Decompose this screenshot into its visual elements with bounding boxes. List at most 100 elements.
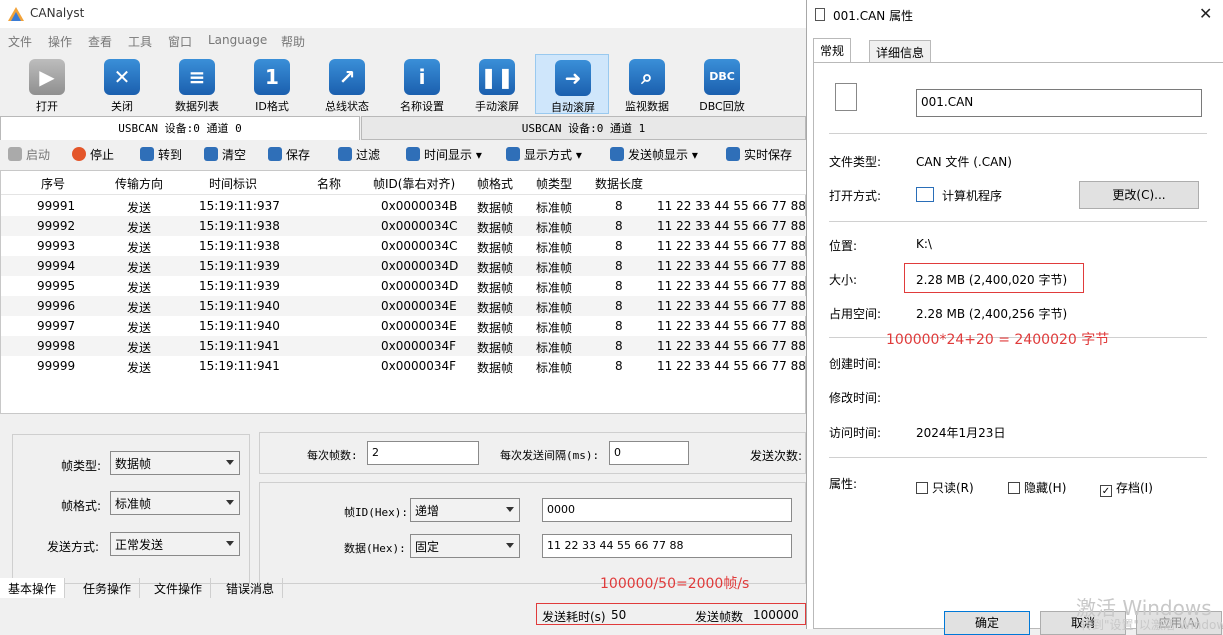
size-value: 2.28 MB (2,400,020 字节) xyxy=(916,273,1068,287)
data-mode-select[interactable]: 固定 xyxy=(410,534,520,558)
col-direction[interactable]: 传输方向 xyxy=(115,175,163,192)
col-frame-id[interactable]: 帧ID(靠右对齐) xyxy=(373,175,455,192)
cell-data-length: 8 xyxy=(615,339,623,353)
close-button[interactable]: ✕ 关闭 xyxy=(85,54,159,114)
disk-size-label: 占用空间: xyxy=(829,307,882,321)
auto-scroll-button[interactable]: ➜ 自动滚屏 xyxy=(535,54,609,114)
goto-button[interactable]: 转到 xyxy=(140,146,182,163)
size-calc-annotation: 100000*24+20 = 2400020 字节 xyxy=(886,332,1110,348)
cell-data-length: 8 xyxy=(615,199,623,213)
data-list-button[interactable]: ≡ 数据列表 xyxy=(160,54,234,114)
table-row[interactable]: 99999 发送 15:19:11:941 0x0000034F 数据帧 标准帧 8 11 2… xyxy=(1,356,806,376)
tab-basic-operation[interactable]: 基本操作 xyxy=(0,578,66,598)
tab-task-operation[interactable]: 任务操作 xyxy=(75,578,141,598)
tab-channel-1[interactable]: USBCAN 设备:0 通道 1 xyxy=(361,116,806,140)
time-display-button[interactable]: 时间显示 ▾ xyxy=(406,146,482,163)
table-row[interactable]: 99997 发送 15:19:11:940 0x0000034E 数据帧 标准帧 8 11 2… xyxy=(1,316,806,336)
menu-language[interactable]: Language xyxy=(208,33,267,47)
manual-scroll-button[interactable]: ❚❚ 手动滚屏 xyxy=(460,54,534,114)
clock-icon xyxy=(406,147,420,161)
document-icon xyxy=(835,83,857,111)
cell-frame-format: 数据帧 xyxy=(477,361,514,375)
name-settings-button[interactable]: i 名称设置 xyxy=(385,54,459,114)
cell-direction: 发送 xyxy=(127,321,152,335)
col-data-length[interactable]: 数据长度 xyxy=(595,175,643,192)
save-button[interactable]: 保存 xyxy=(268,146,310,163)
filename-input[interactable]: 001.CAN xyxy=(916,89,1202,117)
change-button[interactable]: 更改(C)... xyxy=(1079,181,1199,209)
cell-data: 11 22 33 44 55 66 77 88 xyxy=(657,219,806,233)
tab-file-operation[interactable]: 文件操作 xyxy=(146,578,212,598)
menu-view[interactable]: 查看 xyxy=(88,33,112,50)
col-frame-format[interactable]: 帧格式 xyxy=(477,175,513,192)
start-button[interactable]: 启动 xyxy=(8,146,50,163)
disk-size-value: 2.28 MB (2,400,256 字节) xyxy=(916,307,1068,321)
menu-help[interactable]: 帮助 xyxy=(281,33,305,50)
filter-button[interactable]: 过滤 xyxy=(338,146,380,163)
col-seq[interactable]: 序号 xyxy=(41,175,65,192)
hidden-checkbox[interactable]: 隐藏(H) xyxy=(1008,479,1066,496)
interval-input[interactable]: 0 xyxy=(609,441,689,465)
col-frame-type[interactable]: 帧类型 xyxy=(536,175,572,192)
ok-button[interactable]: 确定 xyxy=(944,611,1030,635)
clear-icon xyxy=(204,147,218,161)
table-row[interactable]: 99998 发送 15:19:11:941 0x0000034F 数据帧 标准帧 8 11 2… xyxy=(1,336,806,356)
frames-per-input[interactable]: 2 xyxy=(367,441,479,465)
tab-general[interactable]: 常规 xyxy=(813,38,852,62)
cell-frame-id: 0x0000034E xyxy=(381,319,457,333)
clear-button[interactable]: 清空 xyxy=(204,146,246,163)
display-mode-button[interactable]: 显示方式 ▾ xyxy=(506,146,582,163)
frame-id-input[interactable]: 0000 xyxy=(542,498,792,522)
readonly-checkbox[interactable]: 只读(R) xyxy=(916,479,974,496)
close-icon[interactable]: ✕ xyxy=(1199,4,1212,23)
accessed-label: 访问时间: xyxy=(829,426,882,440)
menu-operate[interactable]: 操作 xyxy=(48,33,72,50)
frame-type-label: 帧类型: xyxy=(61,459,102,473)
menu-file[interactable]: 文件 xyxy=(8,33,32,50)
send-frame-icon xyxy=(610,147,624,161)
dbc-replay-button[interactable]: DBC DBC回放 xyxy=(685,54,759,114)
send-mode-select[interactable]: 正常发送 xyxy=(110,532,240,556)
table-row[interactable]: 99993 发送 15:19:11:938 0x0000034C 数据帧 标准帧 8 11 2… xyxy=(1,236,806,256)
play-icon: ▶ xyxy=(29,59,65,95)
archive-checkbox[interactable]: ✓ 存档(I) xyxy=(1100,479,1153,497)
table-row[interactable]: 99995 发送 15:19:11:939 0x0000034D 数据帧 标准帧 8 11 2… xyxy=(1,276,806,296)
menu-window[interactable]: 窗口 xyxy=(168,33,192,50)
frame-id-mode-select[interactable]: 递增 xyxy=(410,498,520,522)
cell-time: 15:19:11:940 xyxy=(199,319,280,333)
tab-channel-0[interactable]: USBCAN 设备:0 通道 0 xyxy=(0,116,360,140)
cell-frame-id: 0x0000034D xyxy=(381,259,459,273)
frame-format-select[interactable]: 标准帧 xyxy=(110,491,240,515)
stop-button[interactable]: 停止 xyxy=(72,146,114,163)
frame-type-select[interactable]: 数据帧 xyxy=(110,451,240,475)
table-row[interactable]: 99994 发送 15:19:11:939 0x0000034D 数据帧 标准帧 8 11 2… xyxy=(1,256,806,276)
menu-tools[interactable]: 工具 xyxy=(128,33,152,50)
table-row[interactable]: 99996 发送 15:19:11:940 0x0000034E 数据帧 标准帧 8 11 2… xyxy=(1,296,806,316)
dbc-icon: DBC xyxy=(704,59,740,95)
table-row[interactable]: 99992 发送 15:19:11:938 0x0000034C 数据帧 标准帧 8 11 2… xyxy=(1,216,806,236)
col-name[interactable]: 名称 xyxy=(317,175,341,192)
cell-seq: 99995 xyxy=(37,279,76,293)
chevron-down-icon xyxy=(226,541,234,546)
cell-frame-type: 标准帧 xyxy=(536,321,573,335)
tab-error-messages[interactable]: 错误消息 xyxy=(218,578,284,598)
send-frame-display-button[interactable]: 发送帧显示 ▾ xyxy=(610,146,698,163)
realtime-save-button[interactable]: 实时保存 xyxy=(726,146,792,163)
col-time[interactable]: 时间标识 xyxy=(209,175,257,192)
bus-status-button[interactable]: ↗ 总线状态 xyxy=(310,54,384,114)
cell-frame-format: 数据帧 xyxy=(477,241,514,255)
data-input[interactable]: 11 22 33 44 55 66 77 88 xyxy=(542,534,792,558)
id-format-button[interactable]: 1 ID格式 xyxy=(235,54,309,114)
modified-label: 修改时间: xyxy=(829,391,882,405)
monitor-data-button[interactable]: ⌕ 监视数据 xyxy=(610,54,684,114)
cell-data: 11 22 33 44 55 66 77 88 xyxy=(657,199,806,213)
properties-dialog: 001.CAN 属性 ✕ 常规 详细信息 001.CAN 文件类型: CAN 文… xyxy=(806,0,1223,635)
magnifier-icon: ⌕ xyxy=(629,59,665,95)
cell-time: 15:19:11:938 xyxy=(199,219,280,233)
save-icon xyxy=(268,147,282,161)
tab-details[interactable]: 详细信息 xyxy=(869,40,932,62)
attributes-label: 属性: xyxy=(829,477,858,491)
open-button[interactable]: ▶ 打开 xyxy=(10,54,84,114)
table-row[interactable]: 99991 发送 15:19:11:937 0x0000034B 数据帧 标准帧 8 11 2… xyxy=(1,196,806,216)
cell-data-length: 8 xyxy=(615,259,623,273)
